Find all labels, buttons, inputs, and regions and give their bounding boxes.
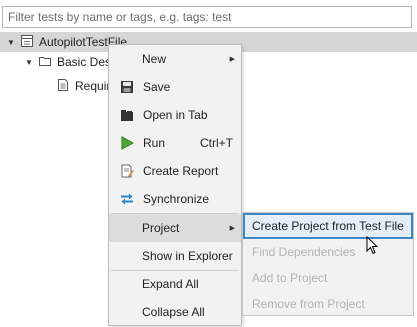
test-case-icon — [56, 78, 70, 95]
submenu-arrow-icon: ▶ — [229, 225, 235, 232]
synchronize-icon — [119, 191, 135, 207]
context-menu: New ▶ Save Open in Tab Run Ctrl+T Create… — [108, 44, 242, 326]
menu-item-synchronize[interactable]: Synchronize — [109, 185, 241, 213]
run-icon — [119, 135, 135, 151]
project-submenu: Create Project from Test File Find Depen… — [242, 212, 414, 316]
save-icon — [119, 79, 135, 95]
menu-item-expand-all[interactable]: Expand All — [109, 270, 241, 298]
submenu-item-add-to-project: Add to Project — [252, 271, 328, 285]
submenu-item-remove-from-project: Remove from Project — [252, 297, 365, 311]
open-in-tab-icon — [119, 107, 135, 123]
expand-arrow-icon[interactable]: ▼ — [24, 58, 34, 67]
menu-item-run[interactable]: Run Ctrl+T — [109, 129, 241, 157]
mouse-pointer-icon — [366, 235, 380, 259]
menu-item-open-in-tab[interactable]: Open in Tab — [109, 101, 241, 129]
run-shortcut: Ctrl+T — [200, 136, 233, 150]
expand-arrow-icon[interactable]: ▼ — [6, 38, 16, 47]
submenu-item-find-dependencies: Find Dependencies — [252, 245, 356, 259]
menu-item-show-in-explorer[interactable]: Show in Explorer — [109, 242, 241, 270]
test-file-icon — [20, 34, 34, 51]
menu-item-new[interactable]: New ▶ — [109, 45, 241, 73]
menu-item-create-report[interactable]: Create Report — [109, 157, 241, 185]
menu-item-save[interactable]: Save — [109, 73, 241, 101]
menu-item-collapse-all[interactable]: Collapse All — [109, 298, 241, 326]
report-icon — [119, 163, 135, 179]
filter-input[interactable] — [3, 7, 411, 27]
folder-icon — [38, 54, 52, 71]
submenu-item-create-project[interactable]: Create Project from Test File — [243, 213, 413, 239]
filter-field[interactable] — [2, 6, 412, 28]
menu-item-project[interactable]: Project ▶ — [109, 214, 241, 242]
submenu-arrow-icon: ▶ — [229, 56, 235, 63]
